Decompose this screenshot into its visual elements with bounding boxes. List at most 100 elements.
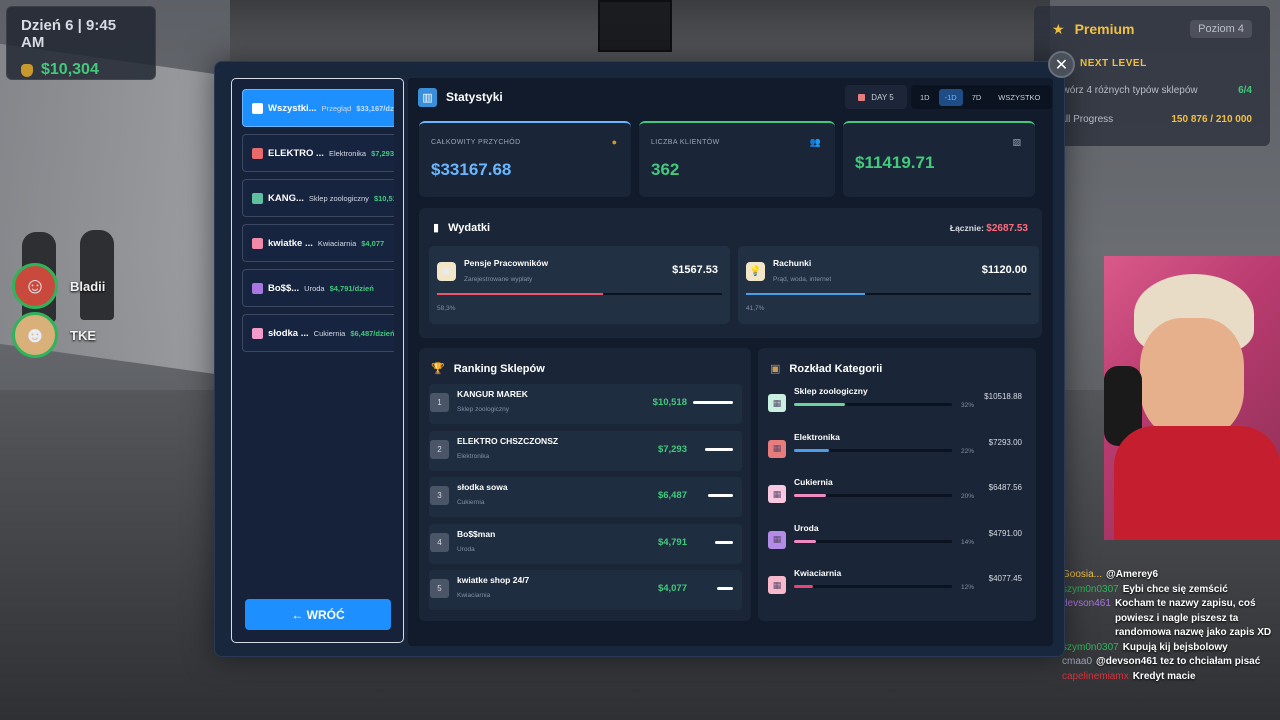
shop-item[interactable]: Bo$$... Uroda $4,791/dzień — [242, 269, 394, 307]
rank-number: 2 — [430, 439, 449, 459]
rank-shop-type: Sklep zoologiczny — [457, 406, 510, 413]
chat-username[interactable]: devson461 — [1062, 597, 1111, 641]
calendar-icon — [858, 93, 866, 101]
shop-income: $7,293/dz — [371, 148, 394, 158]
ranking-row[interactable]: 1 KANGUR MAREK Sklep zoologiczny $10,518 — [429, 384, 742, 424]
shop-item[interactable]: kwiatke ... Kwiaciarnia $4,077 — [242, 224, 394, 262]
categories-title-label: Rozkład Kategorii — [789, 362, 883, 375]
expenses-total-label: Łącznie: — [949, 223, 984, 233]
expenses-title: ▮ Wydatki — [433, 221, 491, 235]
category-bar-fill — [794, 585, 813, 589]
rank-income: $4,791 — [657, 536, 687, 548]
category-distribution-panel: ▣ Rozkład Kategorii ▦ Sklep zoologiczny 32… — [758, 348, 1036, 621]
next-level-label: NEXT LEVEL — [1080, 58, 1147, 69]
rank-bar — [693, 401, 733, 404]
range-button[interactable]: 1D — [914, 89, 936, 106]
shop-name: słodka ... — [268, 327, 309, 339]
day-time-label: Dzień 6 | 9:45 AM — [21, 17, 117, 51]
card-label: CAŁKOWITY PRZYCHÓD — [431, 139, 521, 146]
range-button[interactable]: 7D — [966, 89, 988, 106]
category-bar-fill — [794, 448, 829, 452]
chat-username[interactable]: cmaa0 — [1062, 655, 1092, 670]
shop-icon — [252, 327, 263, 339]
rank-shop-type: Uroda — [457, 545, 475, 553]
total-income-card: CAŁKOWITY PRZYCHÓD $33167.68 ● — [419, 121, 631, 197]
player-avatar: ☺ — [12, 263, 58, 309]
expense-desc: Prąd, woda, internet — [773, 276, 832, 283]
ranking-row[interactable]: 3 słodka sowa Cukiernia $6,487 — [429, 477, 742, 517]
shop-sidebar: Wszystki... Przegląd $33,167/dz ELEKTRO ...… — [231, 78, 404, 643]
chat-username[interactable]: szym0n0307 — [1062, 641, 1119, 656]
shop-item[interactable]: słodka ... Cukiernia $6,487/dzień — [242, 314, 394, 352]
player-entry: ☻ TKE — [12, 312, 96, 358]
shop-icon — [252, 192, 263, 204]
range-button[interactable]: WSZYSTKO — [992, 89, 1046, 106]
task-progress: 6/4 — [1238, 85, 1252, 96]
customer-count-card: LICZBA KLIENTÓW 362 👥 — [639, 121, 835, 197]
rank-income: $10,518 — [652, 397, 687, 408]
shop-item[interactable]: ELEKTRO ... Elektronika $7,293/dz — [242, 134, 394, 172]
money-bag-icon: ● — [611, 137, 617, 147]
money-display: $10,304 — [21, 61, 141, 79]
category-percent: 22% — [960, 447, 974, 455]
shop-type: Cukiernia — [313, 328, 346, 338]
shop-item[interactable]: KANG... Sklep zoologiczny $10,518/dz — [242, 179, 394, 217]
rank-bar — [715, 540, 733, 544]
ranking-row[interactable]: 5 kwiatke shop 24/7 Kwiaciarnia $4,077 — [429, 570, 742, 610]
category-name: Uroda — [794, 522, 819, 533]
users-icon: 👥 — [809, 137, 821, 147]
chat-username[interactable]: capelinemiamx — [1062, 670, 1129, 685]
box-icon: ▣ — [770, 363, 781, 375]
shop-name: kwiatke ... — [268, 237, 313, 249]
statistics-header: ▥ Statystyki DAY 5 1D -1D 7D WSZYSTKO — [418, 82, 1052, 112]
category-bar — [794, 494, 952, 498]
category-icon: ▦ — [768, 485, 786, 504]
expense-value: $1567.53 — [672, 264, 718, 276]
category-percent: 20% — [960, 493, 974, 501]
time-range-selector: 1D -1D 7D WSZYSTKO — [911, 85, 1052, 109]
rank-number: 4 — [430, 532, 449, 552]
page-title: Statystyki — [446, 90, 503, 104]
back-button[interactable]: ← WRÓĆ — [245, 599, 391, 630]
category-row: ▦ Sklep zoologiczny 32% $10518.88 — [768, 385, 1026, 425]
shop-income: $4,791/dzień — [329, 283, 374, 293]
expenses-panel: ▮ Wydatki Łącznie: $2687.53 ◉ Pensje Prac… — [419, 208, 1042, 338]
shop-income: $6,487/dzień — [350, 328, 394, 338]
profit-card: $11419.71 ▨ — [843, 121, 1035, 197]
rank-shop-type: Kwiaciarnia — [457, 592, 491, 599]
category-bar — [794, 448, 952, 452]
expense-percent: 58,3% — [437, 305, 456, 312]
chat-message: capelinemiamx Kredyt macie — [1062, 670, 1280, 685]
category-value: $6487.56 — [988, 483, 1022, 493]
expense-bar — [437, 293, 722, 295]
premium-panel: ★ Premium Poziom 4 NEXT LEVEL Otwórz 4 r… — [1034, 6, 1270, 146]
chat-username[interactable]: szym0n0307 — [1062, 583, 1119, 598]
background-screen — [598, 0, 672, 52]
chat-text: Kupują kij bejsbolowy — [1122, 641, 1228, 653]
chat-message: cmaa0 @devson461 tez to chciałam pisać — [1062, 655, 1280, 670]
chat-text: Kocham te nazwy zapisu, coś powiesz i na… — [1114, 598, 1272, 638]
category-value: $7293.00 — [988, 437, 1022, 447]
expense-card: 💡 Rachunki Prąd, woda, internet $1120.00 41,… — [738, 246, 1039, 324]
shop-item[interactable]: Wszystki... Przegląd $33,167/dz — [242, 89, 394, 127]
chat-text: Kredyt macie — [1132, 670, 1196, 682]
shop-icon — [252, 102, 263, 114]
category-icon: ▦ — [768, 439, 786, 458]
ranking-row[interactable]: 2 ELEKTRO CHSZCZONSZ Elektronika $7,293 — [429, 430, 742, 471]
category-value: $4077.45 — [988, 574, 1022, 584]
shop-type: Sklep zoologiczny — [308, 193, 369, 203]
rank-number: 3 — [430, 486, 449, 505]
ranking-row[interactable]: 4 Bo$$man Uroda $4,791 — [429, 523, 742, 564]
card-value: $33167.68 — [431, 160, 512, 179]
category-bar — [794, 403, 952, 406]
shop-type: Kwiaciarnia — [317, 238, 357, 248]
player-name: TKE — [70, 327, 96, 343]
card-label: LICZBA KLIENTÓW — [651, 139, 720, 146]
category-row: ▦ Kwiaciarnia 12% $4077.45 — [768, 567, 1026, 607]
close-button[interactable]: ✕ — [1048, 51, 1075, 78]
ranking-title: 🏆 Ranking Sklepów — [431, 362, 545, 376]
range-button[interactable]: -1D — [938, 88, 963, 106]
category-row: ▦ Cukiernia 20% $6487.56 — [768, 476, 1026, 516]
chat-username[interactable]: Goosia... — [1062, 568, 1102, 583]
expenses-title-label: Wydatki — [448, 221, 491, 234]
